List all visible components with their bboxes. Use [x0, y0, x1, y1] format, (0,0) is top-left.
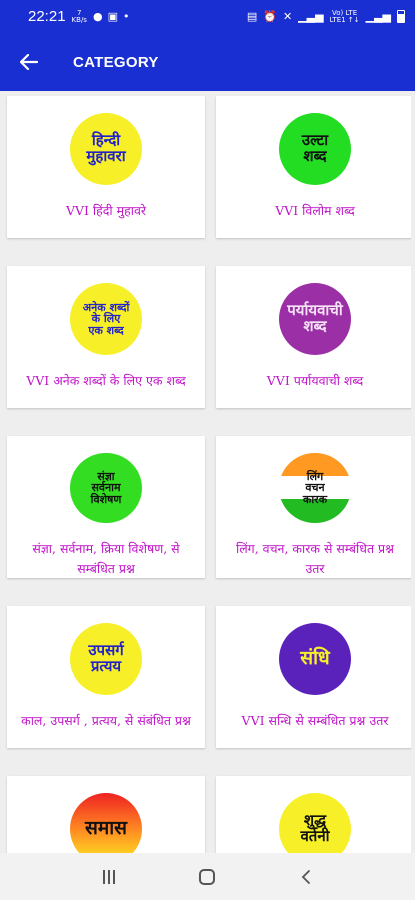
category-logo: संज्ञा सर्वनाम विशेषण [70, 453, 142, 524]
logo-text-line: एक शब्द [88, 323, 124, 337]
category-logo: शुद्ध वर्तनी [279, 793, 351, 853]
logo-text-line: प्रत्यय [90, 657, 122, 675]
nfc-icon: ▤ [246, 10, 258, 23]
mute-icon: ✕ [282, 10, 293, 23]
system-back-button[interactable] [286, 857, 326, 897]
status-bar: 22:21 7 KB/s ● ▣ • ▤ ⏰ ✕ ▁▃▅ Vo) LTE LTE… [0, 0, 415, 33]
image-icon: ▣ [107, 10, 118, 23]
category-label: लिंग, वचन, कारक से सम्बंधित प्रश्न उतर [235, 541, 395, 576]
net-speed: 7 KB/s [71, 8, 87, 24]
category-card[interactable]: हिन्दी मुहावरा VVI हिंदी मुहावरे [7, 96, 205, 238]
logo-text-line: विशेषण [90, 492, 122, 506]
category-logo: अनेक शब्दों के लिए एक शब्द [70, 283, 142, 355]
category-logo: संधि [279, 623, 351, 695]
app-bar: CATEGORY [0, 33, 415, 91]
logo-text-line: वर्तनी [300, 827, 330, 845]
status-time: 22:21 [28, 8, 66, 25]
alarm-icon: ⏰ [263, 10, 277, 23]
category-logo: समास [70, 793, 142, 853]
battery-icon [397, 10, 405, 23]
back-button[interactable] [0, 33, 58, 91]
nav-bar [0, 853, 415, 900]
logo-text-line: कारक [302, 492, 328, 506]
category-logo: उपसर्ग प्रत्यय [70, 623, 142, 695]
recent-apps-button[interactable] [89, 857, 129, 897]
logo-text-line: शब्द [303, 147, 327, 165]
category-card[interactable]: अनेक शब्दों के लिए एक शब्द VVI अनेक शब्दों … [7, 266, 205, 408]
signal-icon-2: ▁▃▅ [365, 10, 391, 23]
category-card[interactable]: लिंग वचन कारक लिंग, वचन, कारक से सम्बंधित प… [216, 436, 411, 578]
category-card[interactable]: संज्ञा सर्वनाम विशेषण संज्ञा, सर्वनाम, क्रि… [7, 436, 205, 578]
category-card[interactable]: पर्यायवाची शब्द VVI पर्यायवाची शब्द [216, 266, 411, 408]
notification-dot: • [122, 10, 130, 23]
recent-apps-icon [103, 869, 116, 884]
category-logo: उल्टा शब्द [279, 113, 351, 185]
logo-text-line: मुहावरा [86, 147, 126, 165]
logo-text-line: समास [85, 817, 127, 840]
chat-icon: ● [92, 10, 103, 23]
home-button[interactable] [187, 857, 227, 897]
logo-text-line: शब्द [303, 317, 327, 335]
volte-label: Vo) LTE LTE1 ↑↓ [329, 8, 360, 24]
category-grid: हिन्दी मुहावरा VVI हिंदी मुहावरे उल्टा शब्द V… [4, 96, 411, 853]
category-label: VVI अनेक शब्दों के लिए एक शब्द [26, 373, 186, 388]
home-icon [199, 868, 216, 885]
category-card[interactable]: समास [7, 776, 205, 853]
category-label: संज्ञा, सर्वनाम, क्रिया विशेषण, से सम्बं… [32, 541, 180, 576]
category-logo: पर्यायवाची शब्द [279, 283, 351, 355]
category-card[interactable]: शुद्ध वर्तनी [216, 776, 411, 853]
category-card[interactable]: उल्टा शब्द VVI विलोम शब्द [216, 96, 411, 238]
page-title: CATEGORY [73, 53, 159, 71]
category-logo: हिन्दी मुहावरा [70, 113, 142, 185]
category-label: VVI विलोम शब्द [275, 203, 355, 218]
back-icon [301, 869, 310, 884]
category-label: काल, उपसर्ग , प्रत्यय, से संबंधित प्रश्न [21, 713, 191, 728]
category-label: VVI पर्यायवाची शब्द [266, 373, 364, 388]
category-card[interactable]: उपसर्ग प्रत्यय काल, उपसर्ग , प्रत्यय, से स… [7, 606, 205, 748]
logo-text-line: संधि [300, 647, 330, 670]
category-label: VVI हिंदी मुहावरे [65, 203, 147, 218]
category-logo: लिंग वचन कारक [279, 453, 351, 524]
category-label: VVI सन्धि से सम्बंधित प्रश्न उतर [241, 713, 389, 728]
signal-icon: ▁▃▅ [298, 10, 324, 23]
arrow-left-icon [20, 54, 38, 70]
category-card[interactable]: संधि VVI सन्धि से सम्बंधित प्रश्न उतर [216, 606, 411, 748]
